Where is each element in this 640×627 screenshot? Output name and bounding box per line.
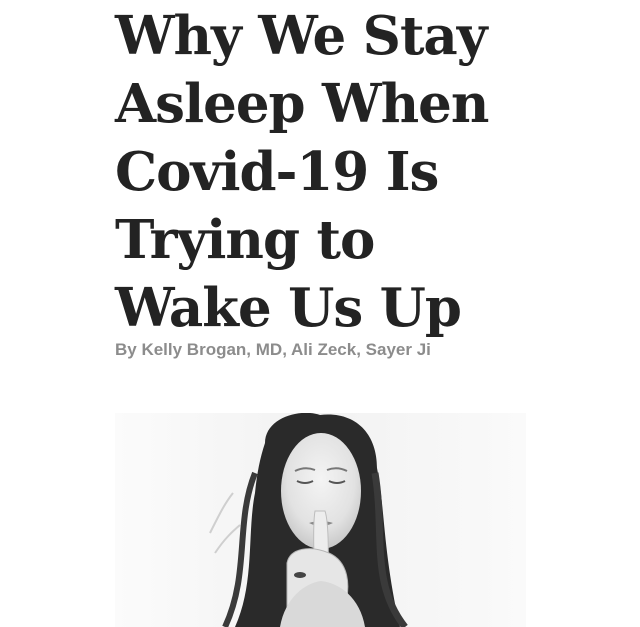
hero-image [115,413,526,627]
ring [294,572,306,578]
title-line-4: Trying to [115,209,375,271]
title-line-1: Why We Stay [115,5,488,67]
article-byline: By Kelly Brogan, MD, Ali Zeck, Sayer Ji [115,340,431,359]
hero-photo-illustration [115,413,526,627]
title-line-3: Covid-19 Is [115,141,439,203]
title-line-2: Asleep When [115,73,489,135]
title-line-5: Wake Us Up [115,277,462,339]
article: Why We Stay Asleep When Covid-19 Is Tryi… [0,0,640,627]
article-title: Why We Stay Asleep When Covid-19 Is Tryi… [115,2,535,342]
